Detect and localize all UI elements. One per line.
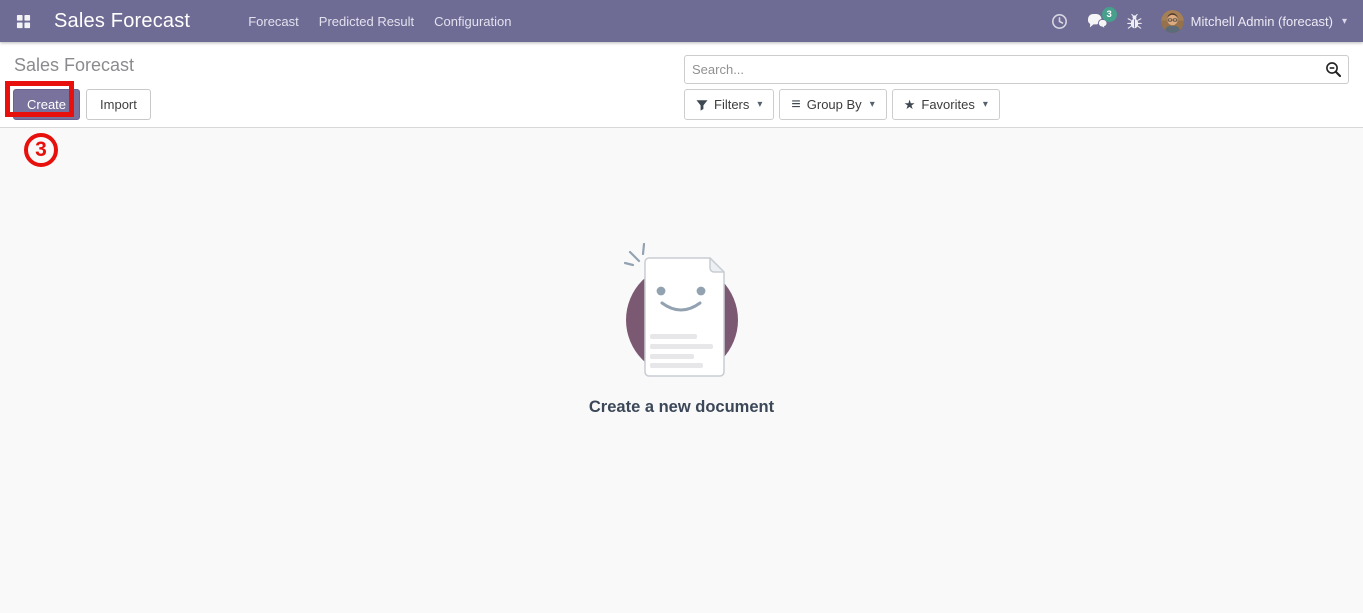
messages-button[interactable]: 3 — [1087, 6, 1117, 30]
caret-down-icon: ▾ — [1341, 15, 1347, 27]
search-panel: Filters ▾ ≡ Group By ▾ ★ Favorites ▾ — [684, 55, 1349, 120]
search-bar — [684, 55, 1349, 84]
group-by-icon: ≡ — [791, 95, 801, 113]
app-title[interactable]: Sales Forecast — [54, 10, 190, 33]
empty-document-illustration — [623, 242, 738, 377]
message-count-badge: 3 — [1101, 6, 1117, 22]
nav-item-forecast[interactable]: Forecast — [238, 0, 309, 42]
favorites-button-label: Favorites — [921, 97, 975, 112]
systray: 3 Mitchell Admin (forecast) ▾ — [1051, 6, 1353, 33]
action-buttons: Create Import — [13, 89, 151, 120]
filter-buttons: Filters ▾ ≡ Group By ▾ ★ Favorites ▾ — [684, 89, 1349, 120]
search-icon — [1326, 62, 1342, 78]
user-name: Mitchell Admin (forecast) — [1190, 13, 1333, 29]
nav-item-predicted-result[interactable]: Predicted Result — [309, 0, 424, 42]
funnel-icon — [696, 99, 708, 111]
caret-down-icon: ▾ — [869, 99, 875, 110]
star-icon: ★ — [903, 97, 916, 112]
main-content: Create a new document — [0, 129, 1363, 613]
caret-down-icon: ▾ — [982, 99, 988, 110]
import-button[interactable]: Import — [86, 89, 151, 120]
caret-down-icon: ▾ — [757, 99, 763, 110]
activities-clock-button[interactable] — [1051, 13, 1068, 30]
group-by-button[interactable]: ≡ Group By ▾ — [779, 89, 887, 120]
group-by-button-label: Group By — [806, 97, 862, 112]
debug-button[interactable] — [1126, 13, 1142, 30]
avatar — [1160, 9, 1184, 33]
topbar-nav: Forecast Predicted Result Configuration — [238, 0, 521, 42]
filters-button[interactable]: Filters ▾ — [684, 89, 775, 120]
apps-grid-icon — [16, 14, 30, 28]
clock-icon — [1051, 13, 1067, 29]
apps-menu-button[interactable] — [8, 0, 38, 42]
favorites-button[interactable]: ★ Favorites ▾ — [891, 89, 1000, 120]
search-input[interactable] — [684, 55, 1349, 84]
search-magnifier-button[interactable] — [1325, 61, 1342, 78]
topbar: Sales Forecast Forecast Predicted Result… — [0, 0, 1363, 42]
breadcrumb: Sales Forecast — [14, 55, 135, 75]
filters-button-label: Filters — [714, 97, 750, 112]
empty-state: Create a new document — [589, 240, 774, 417]
empty-state-title: Create a new document — [588, 398, 775, 416]
nav-item-configuration[interactable]: Configuration — [424, 0, 521, 42]
user-menu[interactable]: Mitchell Admin (forecast) ▾ — [1160, 9, 1347, 33]
control-panel: Sales Forecast Create Import Filters ▾ — [0, 42, 1363, 128]
create-button[interactable]: Create — [13, 89, 81, 120]
bug-icon — [1126, 13, 1142, 29]
